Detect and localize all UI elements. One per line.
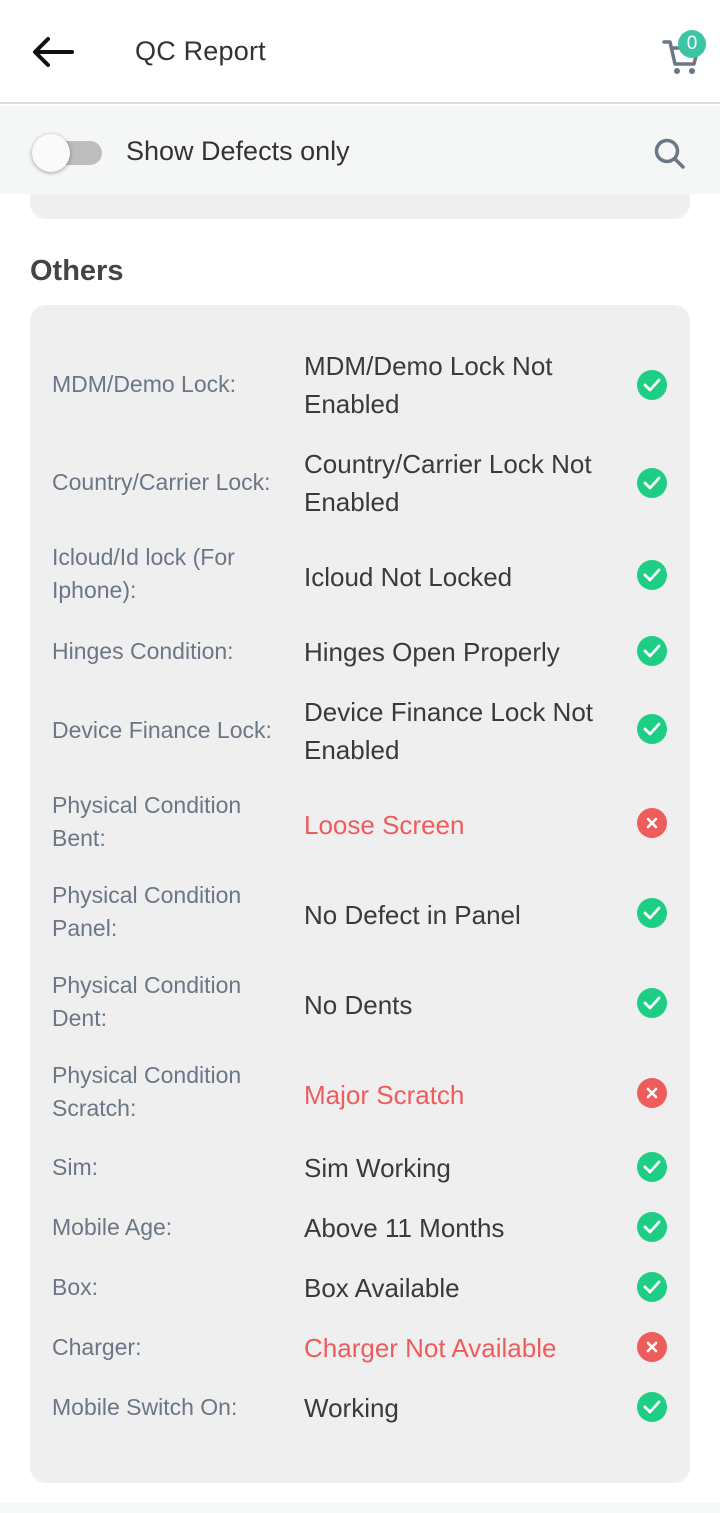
app-bar: QC Report 0 [0, 0, 720, 104]
qc-row: Box: Box Available [30, 1269, 690, 1307]
section-title: Others [30, 255, 124, 287]
qc-row-label: Charger: [52, 1334, 142, 1360]
others-card: MDM/Demo Lock: MDM/Demo Lock Not Enabled C… [30, 305, 690, 1483]
check-circle-icon [637, 1212, 667, 1242]
check-circle-icon [637, 714, 667, 744]
show-defects-toggle[interactable] [32, 132, 104, 172]
qc-row-label: MDM/Demo Lock: [52, 371, 237, 397]
show-defects-label: Show Defects only [126, 136, 350, 166]
qc-row: MDM/Demo Lock: MDM/Demo Lock Not Enabled [30, 345, 690, 423]
qc-row-value: No Dents [304, 990, 413, 1020]
filter-bar: Show Defects only [0, 106, 720, 194]
x-circle-icon [637, 808, 667, 838]
cart-count-badge: 0 [678, 30, 706, 58]
qc-row: Hinges Condition: Hinges Open Properly [30, 633, 690, 671]
qc-row-value: Above 11 Months [304, 1213, 505, 1243]
x-circle-icon [637, 1078, 667, 1108]
qc-row-label: Physical Condition Panel: [52, 882, 242, 941]
check-circle-icon [637, 468, 667, 498]
qc-row-value: Box Available [304, 1273, 460, 1303]
toggle-knob [32, 134, 70, 172]
qc-row: Icloud/Id lock (For Iphone): Icloud Not L… [30, 541, 690, 613]
qc-row-value: Country/Carrier Lock Not Enabled [304, 449, 592, 517]
search-button[interactable] [648, 132, 692, 176]
qc-row-label: Physical Condition Scratch: [52, 1062, 242, 1121]
qc-row-value: Sim Working [304, 1153, 451, 1183]
qc-row-value: Loose Screen [304, 810, 465, 840]
qc-row: Device Finance Lock: Device Finance Lock … [30, 691, 690, 769]
qc-row: Mobile Age: Above 11 Months [30, 1209, 690, 1247]
qc-row-value: Device Finance Lock Not Enabled [304, 697, 594, 765]
qc-row-value: Charger Not Available [304, 1333, 557, 1363]
qc-report-screen: QC Report 0 Show Defects only Others MDM… [0, 0, 720, 1513]
qc-row-label: Physical Condition Bent: [52, 792, 242, 851]
check-circle-icon [637, 898, 667, 928]
bottom-strip [0, 1503, 720, 1513]
qc-row-label: Physical Condition Dent: [52, 972, 242, 1031]
qc-row: Country/Carrier Lock: Country/Carrier Loc… [30, 443, 690, 521]
qc-row: Physical Condition Panel: No Defect in Pa… [30, 879, 690, 951]
check-circle-icon [637, 636, 667, 666]
qc-row: Physical Condition Scratch: Major Scratch [30, 1059, 690, 1131]
qc-row-value: Working [304, 1393, 399, 1423]
qc-row-value: MDM/Demo Lock Not Enabled [304, 351, 553, 419]
check-circle-icon [637, 1392, 667, 1422]
check-circle-icon [637, 988, 667, 1018]
page-title: QC Report [135, 36, 266, 66]
qc-row-value: Major Scratch [304, 1080, 465, 1110]
qc-row-label: Sim: [52, 1154, 98, 1180]
qc-row: Physical Condition Bent: Loose Screen [30, 789, 690, 861]
qc-row: Sim: Sim Working [30, 1149, 690, 1187]
qc-row-label: Mobile Switch On: [52, 1394, 238, 1420]
qc-row-label: Hinges Condition: [52, 638, 234, 664]
qc-row-label: Icloud/Id lock (For Iphone): [52, 544, 235, 603]
check-circle-icon [637, 1152, 667, 1182]
previous-section-card [30, 194, 690, 219]
arrow-left-icon [33, 37, 74, 67]
x-circle-icon [637, 1332, 667, 1362]
qc-row-label: Country/Carrier Lock: [52, 469, 271, 495]
back-button[interactable] [22, 24, 82, 80]
check-circle-icon [637, 1272, 667, 1302]
qc-row: Mobile Switch On: Working [30, 1389, 690, 1427]
qc-row-value: No Defect in Panel [304, 900, 521, 930]
qc-row-label: Device Finance Lock: [52, 717, 272, 743]
check-circle-icon [637, 370, 667, 400]
qc-row-label: Box: [52, 1274, 99, 1300]
qc-row-value: Icloud Not Locked [304, 562, 513, 592]
qc-row: Charger: Charger Not Available [30, 1329, 690, 1367]
search-icon [654, 138, 685, 169]
qc-row-value: Hinges Open Properly [304, 637, 560, 667]
qc-row-label: Mobile Age: [52, 1214, 173, 1240]
check-circle-icon [637, 560, 667, 590]
qc-row: Physical Condition Dent: No Dents [30, 969, 690, 1041]
